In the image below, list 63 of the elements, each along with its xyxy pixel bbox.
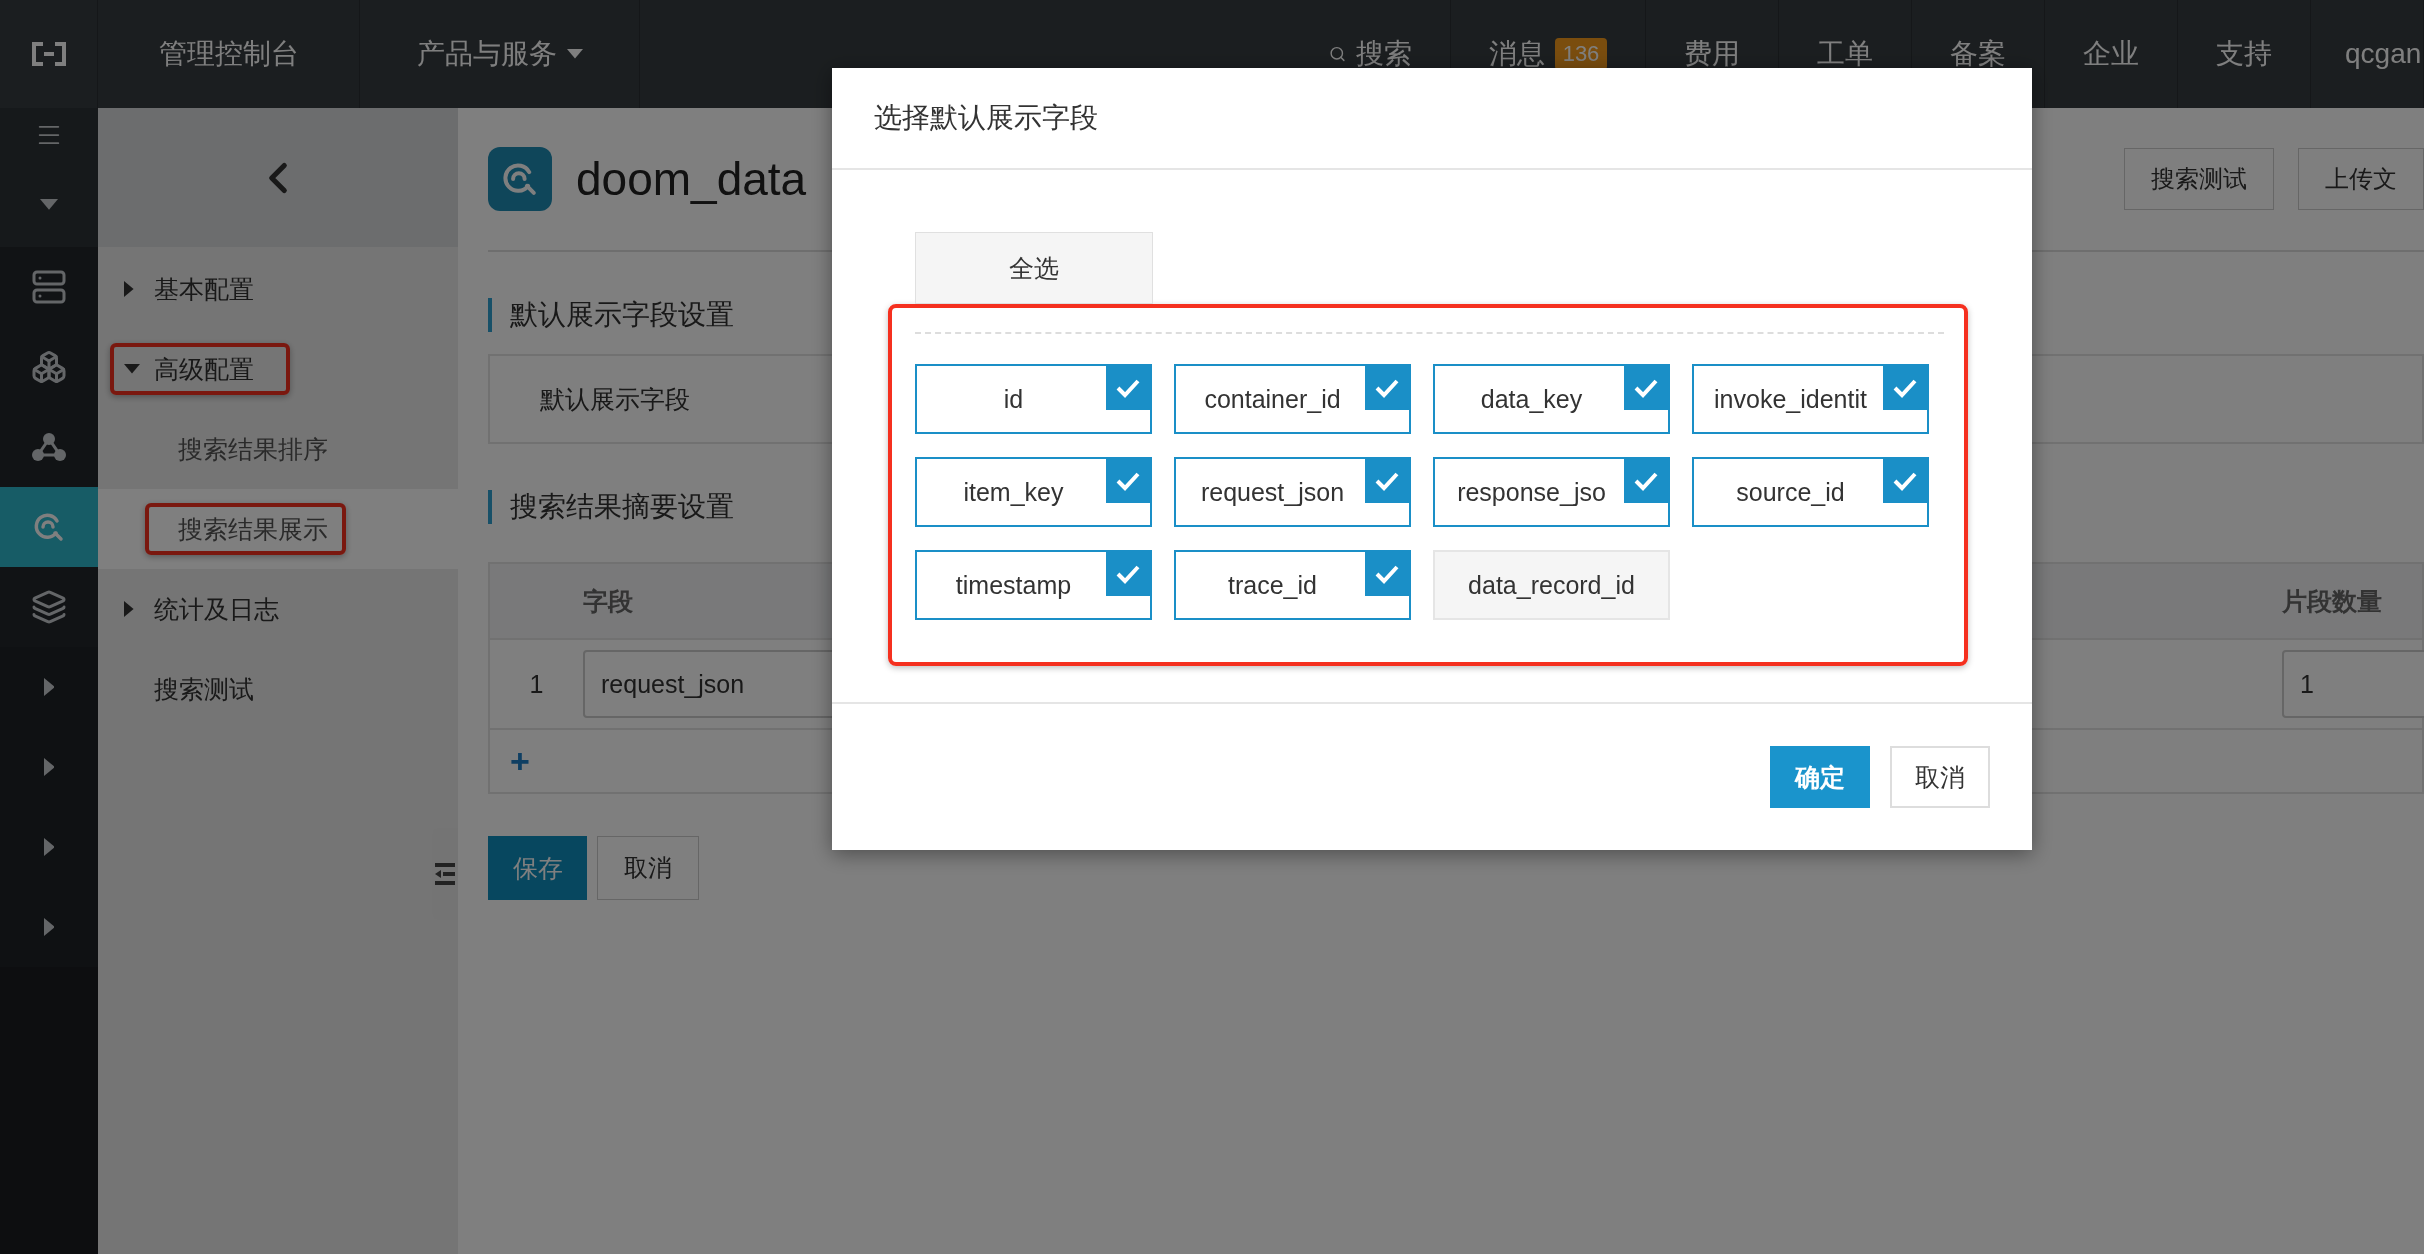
cubes-icon (31, 349, 67, 385)
field-option[interactable]: source_id (1692, 457, 1929, 527)
field-option[interactable]: container_id (1174, 364, 1411, 434)
message-count-badge: 136 (1554, 38, 1608, 70)
field-option[interactable]: trace_id (1174, 550, 1411, 620)
field-option[interactable]: data_key (1433, 364, 1670, 434)
tree-item[interactable]: 搜索结果展示 (98, 489, 458, 569)
layers-icon (31, 589, 67, 625)
caret-right-icon (43, 678, 55, 696)
field-option[interactable]: data_record_id (1433, 550, 1670, 620)
row-index: 1 (528, 669, 545, 699)
column-header: 片段数量 (2282, 585, 2382, 617)
check-icon (1106, 459, 1150, 503)
nav-link[interactable]: 企业 (2083, 35, 2139, 73)
caret-right-icon (43, 918, 55, 936)
caret-down-icon (40, 199, 58, 210)
action-button[interactable]: 上传文 (2298, 148, 2424, 210)
user-name[interactable]: qcgan (2345, 38, 2422, 70)
field-option[interactable]: invoke_identit (1692, 364, 1929, 434)
add-button[interactable]: + (510, 741, 530, 781)
page-title: doom_data (576, 152, 807, 206)
column-header: 字段 (583, 585, 633, 617)
check-icon (1624, 459, 1668, 503)
tree-item[interactable]: 基本配置 (98, 249, 458, 329)
console-link[interactable]: 管理控制台 (158, 35, 299, 73)
tree-item[interactable]: 高级配置 (98, 329, 458, 409)
server-stack-icon (31, 269, 67, 305)
collapse-icon (435, 863, 455, 885)
tree-item[interactable]: 统计及日志 (98, 569, 458, 649)
confirm-button[interactable]: 确定 (1770, 746, 1870, 808)
check-icon (1365, 552, 1409, 596)
field-option[interactable]: timestamp (915, 550, 1152, 620)
check-icon (1106, 552, 1150, 596)
tree-item[interactable]: 搜索结果排序 (98, 409, 458, 489)
check-icon (1883, 366, 1927, 410)
caret-right-icon (43, 838, 55, 856)
rail-item[interactable] (0, 108, 98, 162)
field-option[interactable]: item_key (915, 457, 1152, 527)
caret-right-icon (43, 758, 55, 776)
caret-right-icon (124, 281, 134, 297)
check-icon (1365, 459, 1409, 503)
action-button[interactable]: 搜索测试 (2124, 148, 2274, 210)
caret-down-icon (566, 49, 583, 59)
cancel-button[interactable]: 取消 (597, 836, 699, 900)
field-option[interactable]: response_jso (1433, 457, 1670, 527)
nav-link[interactable]: 支持 (2216, 35, 2272, 73)
tree-item[interactable]: 搜索测试 (98, 649, 458, 729)
check-icon (1106, 366, 1150, 410)
check-icon (1365, 366, 1409, 410)
field-label: 默认展示字段 (540, 383, 690, 415)
field-option[interactable]: id (915, 364, 1152, 434)
caret-right-icon (124, 601, 134, 617)
check-icon (1624, 366, 1668, 410)
input-field[interactable]: 1 (2282, 650, 2424, 718)
caret-down-icon (124, 364, 140, 374)
nodes-icon (32, 432, 66, 462)
products-menu[interactable]: 产品与服务 (416, 35, 557, 73)
check-icon (1883, 459, 1927, 503)
save-button[interactable]: 保存 (488, 836, 587, 900)
dialog-title: 选择默认展示字段 (874, 101, 1098, 135)
select-all-button[interactable]: 全选 (915, 232, 1153, 304)
field-option[interactable]: request_json (1174, 457, 1411, 527)
cancel-button[interactable]: 取消 (1890, 746, 1990, 808)
